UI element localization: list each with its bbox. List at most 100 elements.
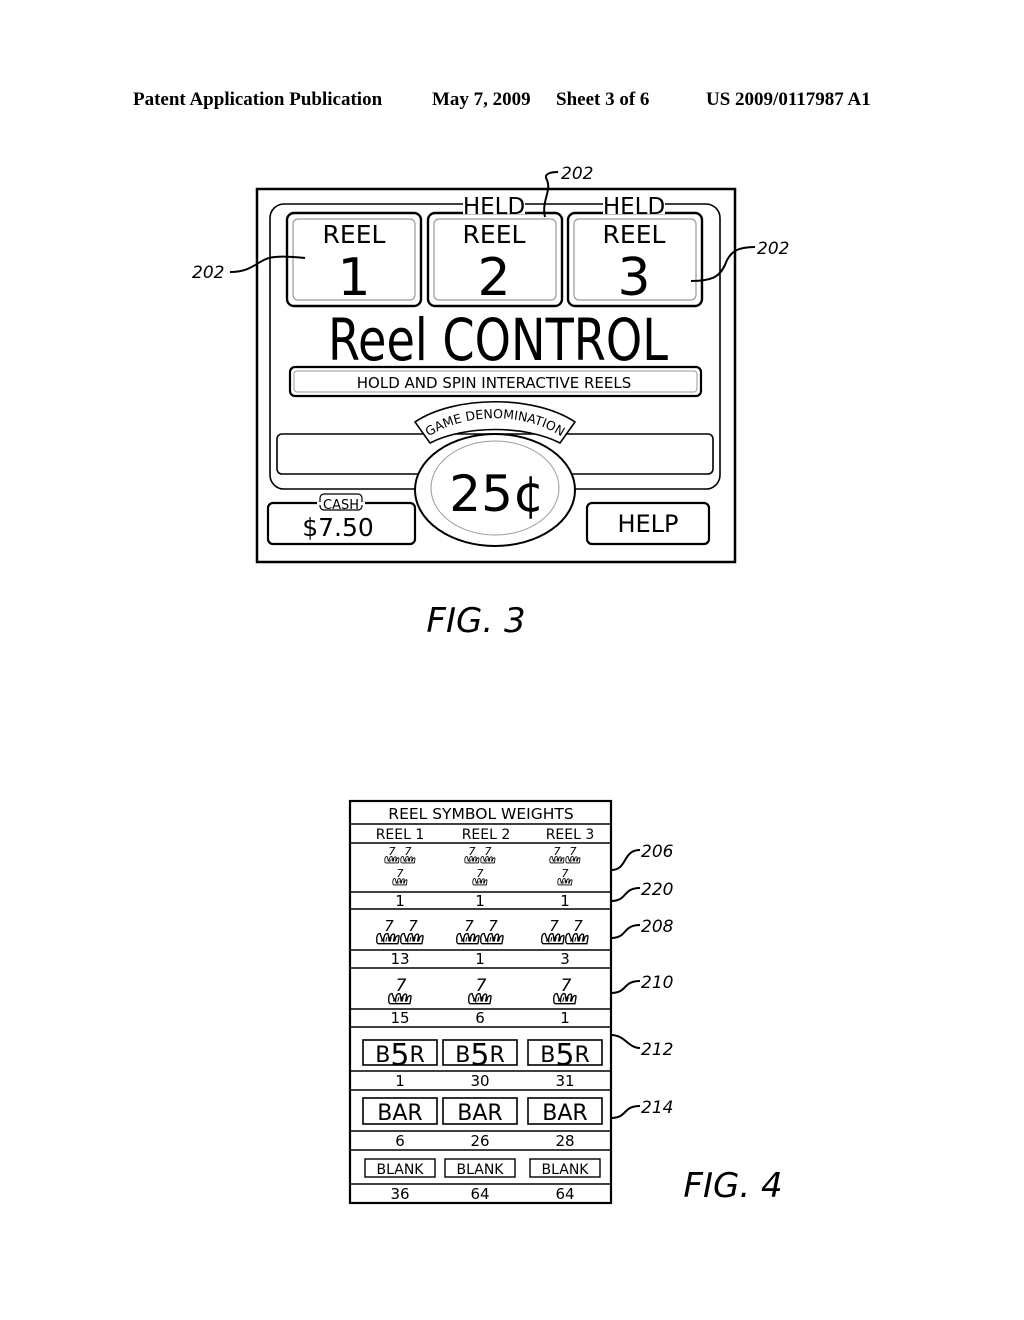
reel-label: REEL bbox=[323, 220, 386, 249]
leader-line bbox=[543, 171, 559, 218]
svg-text:7: 7 bbox=[476, 976, 487, 996]
weight-value: 6 bbox=[475, 1009, 485, 1027]
svg-text:7: 7 bbox=[488, 917, 498, 935]
held-indicator-reel-2: HELD bbox=[463, 194, 525, 220]
table-row: BLANK 36 BLANK 64 BLANK 64 bbox=[350, 1158, 611, 1203]
table-row: 7 7137 717 73 bbox=[350, 917, 611, 969]
table-row: B5R1B5R30B5R31 bbox=[350, 1038, 611, 1091]
weight-value: 1 bbox=[475, 892, 485, 910]
ref-202-right: 202 bbox=[757, 239, 789, 259]
ref-214: 214 bbox=[641, 1098, 673, 1118]
weight-value: 64 bbox=[470, 1185, 489, 1203]
symbol-b5r: B5R bbox=[442, 1038, 518, 1073]
double-seven-icon: 77 bbox=[376, 917, 424, 945]
symbol-b5r: B5R bbox=[527, 1038, 603, 1073]
svg-text:BLANK: BLANK bbox=[377, 1162, 425, 1178]
weight-value: 26 bbox=[470, 1132, 489, 1150]
reel-button-2[interactable]: REEL 2 bbox=[426, 211, 564, 308]
ref-208: 208 bbox=[641, 917, 674, 937]
svg-text:7: 7 bbox=[408, 917, 418, 935]
svg-text:7: 7 bbox=[573, 917, 583, 935]
weight-value: 6 bbox=[395, 1132, 405, 1150]
table-title: REEL SYMBOL WEIGHTS bbox=[388, 805, 573, 823]
held-indicator-reel-3: HELD bbox=[603, 194, 665, 220]
svg-text:BLANK: BLANK bbox=[457, 1162, 505, 1178]
symbol-blank: BLANK bbox=[529, 1158, 601, 1178]
triple-seven-icon: 7 77 bbox=[464, 845, 496, 886]
svg-text:7: 7 bbox=[389, 845, 396, 858]
svg-text:7: 7 bbox=[477, 867, 484, 880]
denomination-value: 25¢ bbox=[449, 465, 544, 523]
help-button[interactable]: HELP bbox=[585, 501, 711, 546]
weight-value: 36 bbox=[390, 1185, 409, 1203]
column-header: REEL 1 bbox=[376, 827, 425, 843]
fig3-caption: FIG. 3 bbox=[426, 601, 525, 641]
ref-220: 220 bbox=[641, 880, 673, 900]
reel-number: 2 bbox=[477, 248, 510, 308]
svg-text:7: 7 bbox=[469, 845, 476, 858]
ref-212: 212 bbox=[641, 1040, 673, 1060]
weight-value: 3 bbox=[560, 950, 570, 968]
triple-seven-icon: 7 77 bbox=[549, 845, 581, 886]
reel-symbol-weights-table: REEL SYMBOL WEIGHTS REEL 1 REEL 2 REEL 3… bbox=[348, 799, 783, 1206]
svg-text:BLANK: BLANK bbox=[542, 1162, 590, 1178]
symbol-bar: BAR bbox=[527, 1097, 603, 1126]
reel-label: REEL bbox=[463, 220, 526, 249]
svg-text:BAR: BAR bbox=[542, 1101, 587, 1126]
svg-text:7: 7 bbox=[562, 867, 569, 880]
table-row: BAR 6 BAR 26 BAR 28 bbox=[350, 1097, 611, 1151]
leader-line bbox=[690, 246, 756, 282]
patent-drawing: REEL 1 REEL 2 REEL 3 HELD HELD Reel CONT… bbox=[192, 164, 789, 1206]
instruction-bar: HOLD AND SPIN INTERACTIVE REELS bbox=[288, 365, 703, 398]
svg-text:BAR: BAR bbox=[377, 1101, 422, 1126]
single-seven-icon: 7 bbox=[388, 976, 412, 1005]
double-seven-icon: 77 bbox=[456, 917, 504, 945]
ref-202-top: 202 bbox=[561, 164, 593, 184]
svg-text:BAR: BAR bbox=[457, 1101, 502, 1126]
weight-value: 1 bbox=[395, 892, 405, 910]
weight-value: 1 bbox=[475, 950, 485, 968]
weight-value: 31 bbox=[555, 1072, 574, 1090]
single-seven-icon: 7 bbox=[553, 976, 577, 1005]
double-seven-icon: 77 bbox=[541, 917, 589, 945]
symbol-b5r: B5R bbox=[362, 1038, 438, 1073]
weight-value: 64 bbox=[555, 1185, 574, 1203]
cash-display: CASH $7.50 bbox=[266, 493, 417, 546]
fig4-caption: FIG. 4 bbox=[683, 1166, 782, 1206]
weight-value: 1 bbox=[395, 1072, 405, 1090]
leader-line bbox=[610, 1105, 641, 1119]
weight-value: 13 bbox=[390, 950, 409, 968]
svg-text:7: 7 bbox=[405, 845, 412, 858]
weight-value: 28 bbox=[555, 1132, 574, 1150]
leader-line bbox=[610, 1034, 641, 1049]
ref-206: 206 bbox=[641, 842, 674, 862]
weight-value: 15 bbox=[390, 1009, 409, 1027]
svg-text:7: 7 bbox=[384, 917, 394, 935]
reel-control-title: Reel CONTROL bbox=[328, 306, 668, 374]
svg-text:7: 7 bbox=[570, 845, 577, 858]
cash-value: $7.50 bbox=[302, 513, 374, 542]
leader-line bbox=[610, 887, 641, 902]
svg-text:7: 7 bbox=[561, 976, 572, 996]
cash-label: CASH bbox=[323, 498, 359, 513]
reel-button-1[interactable]: REEL 1 bbox=[285, 211, 423, 308]
column-header: REEL 2 bbox=[462, 827, 511, 843]
column-headers: REEL 1 REEL 2 REEL 3 bbox=[376, 827, 595, 843]
svg-text:7: 7 bbox=[397, 867, 404, 880]
ref-210: 210 bbox=[641, 973, 673, 993]
weight-value: 1 bbox=[560, 892, 570, 910]
denomination-display[interactable]: GAME DENOMINATION 25¢ bbox=[413, 400, 577, 547]
symbol-bar: BAR bbox=[442, 1097, 518, 1126]
help-label: HELP bbox=[617, 510, 678, 538]
single-seven-icon: 7 bbox=[468, 976, 492, 1005]
reel-number: 3 bbox=[617, 248, 650, 308]
leader-line bbox=[229, 255, 306, 273]
instruction-text: HOLD AND SPIN INTERACTIVE REELS bbox=[357, 374, 631, 392]
leader-line bbox=[610, 849, 641, 871]
leader-line bbox=[610, 924, 641, 939]
symbol-bar: BAR bbox=[362, 1097, 438, 1126]
reel-button-3[interactable]: REEL 3 bbox=[566, 211, 704, 308]
table-row: 7 7717 7717 771 bbox=[350, 845, 611, 910]
svg-text:B5R: B5R bbox=[540, 1038, 589, 1073]
svg-text:7: 7 bbox=[464, 917, 474, 935]
